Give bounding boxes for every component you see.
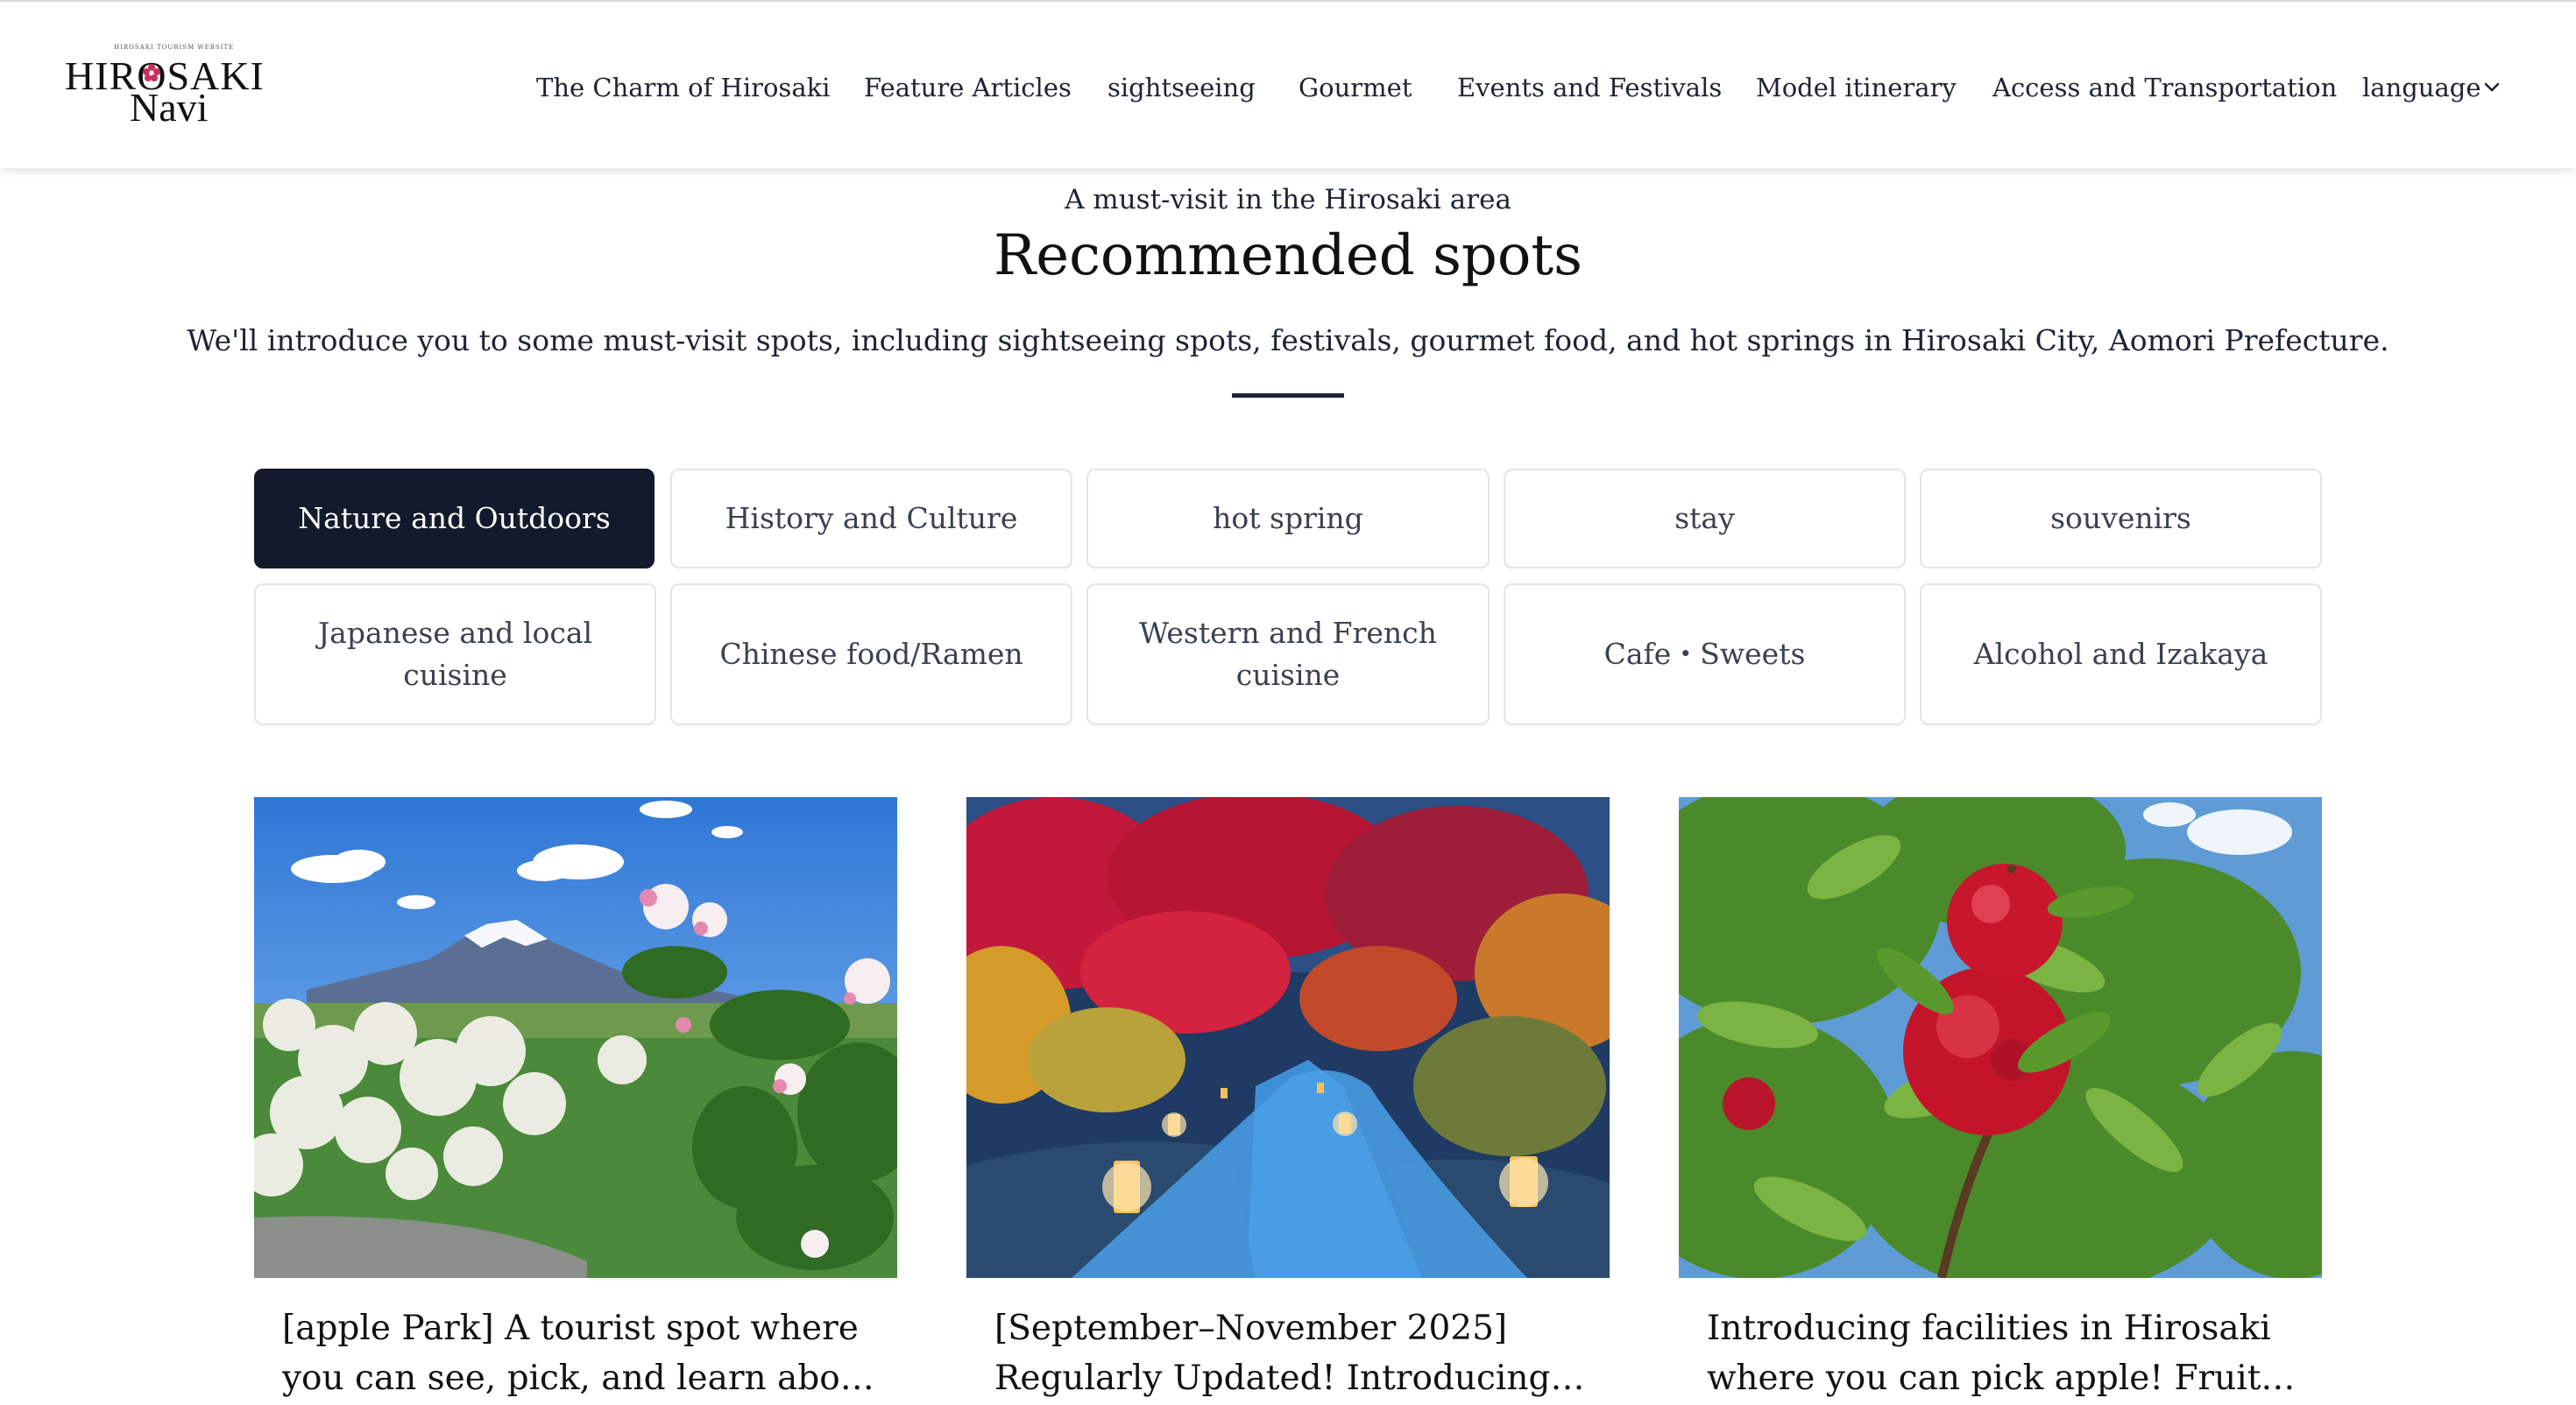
- spot-card[interactable]: Introducing facilities in Hirosaki where…: [1679, 797, 2322, 1405]
- nav-events-festivals[interactable]: Events and Festivals: [1457, 70, 1722, 105]
- chevron-down-icon[interactable]: [2480, 75, 2504, 100]
- nav-sightseeing[interactable]: sightseeing: [1108, 70, 1256, 105]
- filter-alcohol-izakaya[interactable]: Alcohol and Izakaya: [1920, 583, 2322, 725]
- site-logo[interactable]: HIROSAKI TOURISM WEBSITE HIROSAKI Navi: [65, 40, 284, 131]
- filter-history-culture[interactable]: History and Culture: [670, 469, 1072, 568]
- card-image-red-apples: [1679, 797, 2322, 1278]
- section-title: Recommended spots: [994, 223, 1582, 288]
- spot-card[interactable]: [September–November 2025] Regularly Upda…: [966, 797, 1610, 1405]
- card-image-apple-blossoms: [254, 797, 897, 1278]
- filter-hot-spring[interactable]: hot spring: [1086, 469, 1490, 568]
- nav-feature-articles[interactable]: Feature Articles: [864, 70, 1072, 105]
- nav-charm-of-hirosaki[interactable]: The Charm of Hirosaki: [536, 70, 830, 105]
- logo-subword: Navi: [130, 85, 209, 130]
- section-kicker: A must-visit in the Hirosaki area: [1065, 184, 1511, 215]
- nav-model-itinerary[interactable]: Model itinerary: [1756, 70, 1957, 105]
- nav-access-transportation[interactable]: Access and Transportation: [1992, 70, 2337, 105]
- card-title[interactable]: [apple Park] A tourist spot where you ca…: [282, 1303, 878, 1403]
- cherry-blossom-icon: [143, 64, 160, 81]
- card-image-autumn-foliage: [966, 797, 1610, 1278]
- filter-souvenirs[interactable]: souvenirs: [1920, 469, 2322, 568]
- spot-card[interactable]: [apple Park] A tourist spot where you ca…: [254, 797, 897, 1405]
- section-description: We'll introduce you to some must-visit s…: [187, 323, 2389, 357]
- nav-gourmet[interactable]: Gourmet: [1299, 70, 1412, 105]
- card-title[interactable]: [September–November 2025] Regularly Upda…: [994, 1303, 1590, 1403]
- language-selector[interactable]: language: [2362, 70, 2481, 105]
- heading-divider: [1232, 393, 1344, 398]
- filter-nature-outdoors[interactable]: Nature and Outdoors: [254, 469, 655, 568]
- filter-cafe-sweets[interactable]: Cafe・Sweets: [1504, 583, 1906, 725]
- filter-western-french-cuisine[interactable]: Western and French cuisine: [1086, 583, 1490, 725]
- site-header: HIROSAKI TOURISM WEBSITE HIROSAKI Navi T…: [0, 0, 2576, 168]
- filter-stay[interactable]: stay: [1504, 469, 1906, 568]
- logo-tagline: HIROSAKI TOURISM WEBSITE: [114, 44, 235, 51]
- card-title[interactable]: Introducing facilities in Hirosaki where…: [1707, 1303, 2303, 1403]
- filter-chinese-ramen[interactable]: Chinese food/Ramen: [670, 583, 1072, 725]
- filter-japanese-local-cuisine[interactable]: Japanese and local cuisine: [254, 583, 656, 725]
